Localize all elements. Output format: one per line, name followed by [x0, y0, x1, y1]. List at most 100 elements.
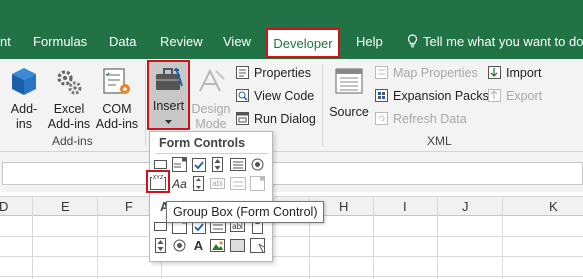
grid-line	[437, 196, 438, 279]
combo-list-edit-icon	[229, 176, 246, 191]
excel-add-ins-button[interactable]: Excel Add-ins	[46, 65, 92, 131]
import-label: Import	[506, 65, 542, 80]
tab-developer-label: Developer	[273, 35, 333, 51]
label-control-icon[interactable]: Aa	[171, 176, 188, 191]
export-label: Export	[506, 88, 543, 103]
column-header-e[interactable]: E	[61, 199, 70, 214]
grid-line	[0, 256, 583, 257]
tab-formulas[interactable]: Formulas	[33, 34, 87, 49]
tab-data[interactable]: Data	[109, 34, 136, 49]
properties-button[interactable]: Properties	[236, 64, 311, 81]
tab-developer[interactable]: Developer	[266, 28, 340, 58]
map-properties-label: Map Properties	[393, 65, 478, 80]
run-dialog-label: Run Dialog	[254, 111, 316, 126]
lightbulb-icon	[407, 34, 418, 48]
text-field-glyph: abl	[210, 178, 225, 189]
tab-insert[interactable]: nt	[0, 34, 11, 49]
activex-option-button-icon[interactable]	[171, 238, 188, 253]
insert-label: Insert	[152, 99, 185, 113]
expansion-packs-icon	[375, 89, 388, 102]
spin-button-control-icon[interactable]	[209, 157, 226, 172]
tab-review[interactable]: Review	[160, 34, 203, 49]
activex-toggle-button-icon[interactable]	[229, 238, 246, 253]
expansion-packs-label: Expansion Packs	[393, 88, 489, 103]
grid-line	[502, 196, 503, 279]
xml-source-icon	[335, 68, 363, 94]
view-code-icon	[236, 89, 249, 102]
com-add-ins-icon	[103, 68, 130, 94]
option-button-control-icon[interactable]	[249, 157, 266, 172]
run-dialog-button[interactable]: Run Dialog	[236, 110, 316, 127]
properties-label: Properties	[254, 65, 311, 80]
form-controls-title: Form Controls	[159, 136, 246, 150]
map-properties-button[interactable]: Map Properties	[375, 64, 478, 81]
grid-line	[0, 276, 583, 277]
tell-me-text: Tell me what you want to do	[423, 34, 583, 49]
column-header-j[interactable]: J	[462, 199, 469, 214]
group-box-glyph: XYZ	[153, 175, 164, 181]
excel-add-ins-label-2: Add-ins	[47, 117, 91, 131]
column-header-h[interactable]: H	[339, 199, 348, 214]
group-box-control-button[interactable]: XYZ	[146, 170, 170, 193]
combo-box-control-icon[interactable]	[171, 157, 188, 172]
tab-help[interactable]: Help	[356, 34, 383, 49]
activex-spin-button-icon[interactable]	[152, 238, 169, 253]
expansion-packs-button[interactable]: Expansion Packs	[375, 87, 489, 104]
export-icon	[488, 89, 501, 102]
run-dialog-icon	[236, 112, 249, 125]
design-mode-icon	[199, 68, 225, 92]
excel-add-ins-label-1: Excel	[53, 102, 85, 116]
export-button[interactable]: Export	[488, 87, 542, 104]
form-controls-dropdown: Form Controls Aa abl A abl A	[149, 131, 273, 262]
refresh-icon	[375, 112, 388, 125]
design-mode-button[interactable]: Design Mode	[191, 65, 231, 131]
list-box-control-icon[interactable]	[229, 157, 246, 172]
column-header-i[interactable]: I	[403, 199, 407, 214]
add-ins-group-label: Add-ins	[52, 134, 93, 148]
tab-view[interactable]: View	[223, 34, 251, 49]
com-add-ins-label-1: COM	[102, 102, 132, 116]
properties-icon	[236, 66, 249, 79]
addins-cube-icon	[12, 68, 36, 95]
add-ins-label-1: Add-	[10, 102, 38, 116]
view-code-button[interactable]: View Code	[236, 87, 314, 104]
grid-line	[0, 236, 583, 237]
column-header-d[interactable]: D	[0, 199, 8, 214]
insert-controls-button[interactable]: Insert	[147, 60, 190, 130]
add-ins-button[interactable]: Add- ins	[8, 65, 40, 131]
checkbox-control-icon[interactable]	[190, 157, 207, 172]
import-icon	[488, 66, 501, 79]
group-box-icon: XYZ	[150, 174, 166, 190]
refresh-data-button[interactable]: Refresh Data	[375, 110, 467, 127]
com-add-ins-button[interactable]: COM Add-ins	[94, 65, 140, 131]
activex-more-controls-icon[interactable]	[249, 238, 266, 253]
group-separator	[145, 64, 146, 146]
column-header-f[interactable]: F	[125, 199, 133, 214]
scroll-bar-control-icon[interactable]	[190, 176, 207, 191]
refresh-data-label: Refresh Data	[393, 111, 467, 126]
group-box-tooltip: Group Box (Form Control)	[166, 201, 325, 223]
map-properties-icon	[375, 66, 388, 79]
combo-dropdown-edit-icon	[249, 176, 266, 191]
grid-line	[373, 196, 374, 279]
ribbon-tab-bar: nt Formulas Data Review View Developer H…	[0, 0, 583, 59]
column-header-k[interactable]: K	[549, 199, 558, 214]
view-code-label: View Code	[254, 88, 315, 103]
add-ins-label-2: ins	[16, 117, 32, 131]
import-button[interactable]: Import	[488, 64, 541, 81]
formula-input[interactable]	[2, 162, 583, 185]
xml-source-button[interactable]: Source	[327, 65, 371, 131]
grid-line	[97, 196, 98, 279]
tell-me-search[interactable]: Tell me what you want to do	[407, 34, 583, 49]
text-field-control-icon: abl	[209, 176, 226, 191]
grid-line	[32, 196, 33, 279]
activex-label-icon[interactable]: A	[190, 238, 207, 253]
chevron-down-icon	[165, 120, 172, 124]
divider	[156, 153, 268, 154]
ribbon: Add- ins Excel Add-ins COM Add-ins Add-i…	[0, 59, 583, 152]
design-mode-label-2: Mode	[195, 117, 227, 131]
xml-group-label: XML	[427, 134, 452, 148]
group-separator	[322, 64, 323, 146]
activex-image-icon[interactable]	[209, 238, 226, 253]
toolbox-icon	[156, 67, 183, 90]
